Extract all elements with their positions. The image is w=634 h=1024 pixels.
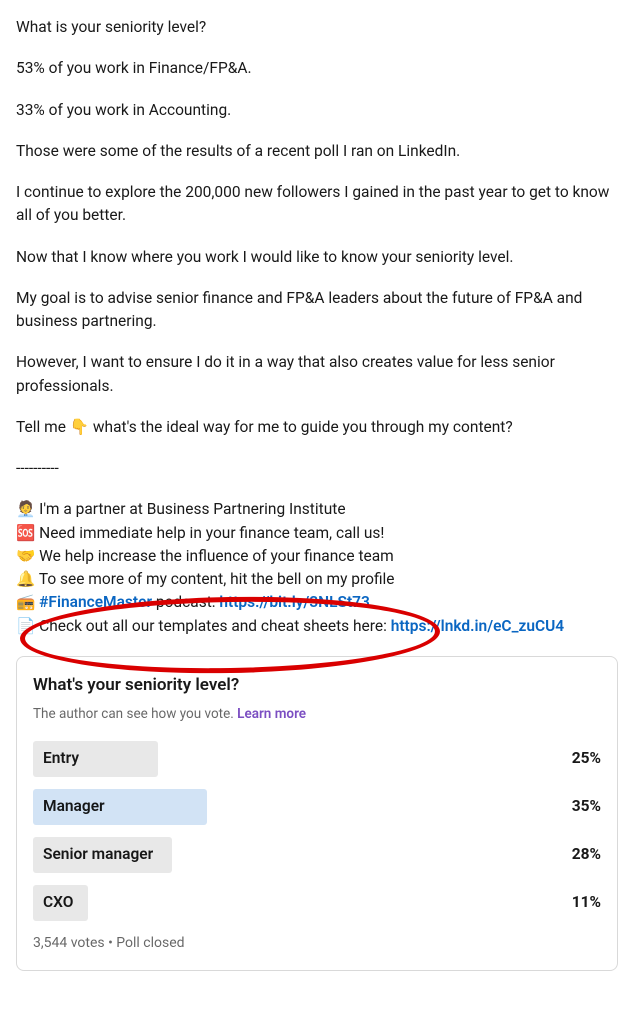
text-fragment: 📄 Check out all our templates and cheat … (16, 617, 391, 635)
post-paragraph: However, I want to ensure I do it in a w… (16, 351, 618, 398)
post-paragraph: 33% of you work in Accounting. (16, 99, 618, 122)
poll-title: What's your seniority level? (33, 673, 601, 699)
text-fragment: podcast: (152, 593, 219, 611)
poll-bar-wrap: Manager (33, 789, 531, 825)
post-bullet: 🤝 We help increase the influence of your… (16, 545, 618, 568)
post-content: What is your seniority level? 53% of you… (0, 0, 634, 987)
post-paragraph: Tell me 👇 what's the ideal way for me to… (16, 416, 618, 439)
emoji-radio-icon: 📻 (16, 593, 39, 611)
hashtag-link[interactable]: #FinanceMaster (39, 593, 152, 611)
poll-percent: 11% (551, 891, 601, 914)
post-paragraph: What is your seniority level? (16, 16, 618, 39)
poll-card: What's your seniority level? The author … (16, 656, 618, 971)
poll-percent: 25% (551, 747, 601, 770)
post-paragraph: I continue to explore the 200,000 new fo… (16, 181, 618, 228)
post-paragraph: ---------- (16, 457, 618, 480)
post-paragraph: 53% of you work in Finance/FP&A. (16, 57, 618, 80)
poll-sub-text: The author can see how you vote. (33, 706, 237, 722)
post-paragraph: My goal is to advise senior finance and … (16, 287, 618, 334)
post-bullet: 🧑‍💼 I'm a partner at Business Partnering… (16, 498, 618, 521)
poll-bar-wrap: Senior manager (33, 837, 531, 873)
poll-option-label: CXO (43, 885, 73, 921)
poll-footer: 3,544 votes • Poll closed (33, 933, 601, 954)
poll-option-senior-manager[interactable]: Senior manager 28% (33, 837, 601, 873)
highlight-ellipse-wrap: 📄 Check out all our templates and cheat … (16, 615, 618, 638)
podcast-link[interactable]: https://bit.ly/3NLSt73 (219, 593, 370, 611)
poll-option-label: Senior manager (43, 837, 153, 873)
poll-percent: 28% (551, 843, 601, 866)
poll-percent: 35% (551, 795, 601, 818)
post-paragraph: Now that I know where you work I would l… (16, 246, 618, 269)
learn-more-link[interactable]: Learn more (237, 706, 306, 722)
poll-option-label: Entry (43, 741, 79, 777)
templates-link[interactable]: https://lnkd.in/eC_zuCU4 (391, 617, 564, 635)
post-bullet: 🔔 To see more of my content, hit the bel… (16, 568, 618, 591)
poll-bar-wrap: CXO (33, 885, 531, 921)
poll-subtitle: The author can see how you vote. Learn m… (33, 704, 601, 724)
post-bullet: 🆘 Need immediate help in your finance te… (16, 522, 618, 545)
poll-bar-wrap: Entry (33, 741, 531, 777)
post-bullet: 📄 Check out all our templates and cheat … (16, 615, 618, 638)
post-paragraph: Those were some of the results of a rece… (16, 140, 618, 163)
poll-option-cxo[interactable]: CXO 11% (33, 885, 601, 921)
poll-option-entry[interactable]: Entry 25% (33, 741, 601, 777)
post-text-body: What is your seniority level? 53% of you… (16, 16, 618, 638)
poll-option-label: Manager (43, 789, 105, 825)
poll-option-manager[interactable]: Manager 35% (33, 789, 601, 825)
post-bullet: 📻 #FinanceMaster podcast: https://bit.ly… (16, 591, 618, 614)
